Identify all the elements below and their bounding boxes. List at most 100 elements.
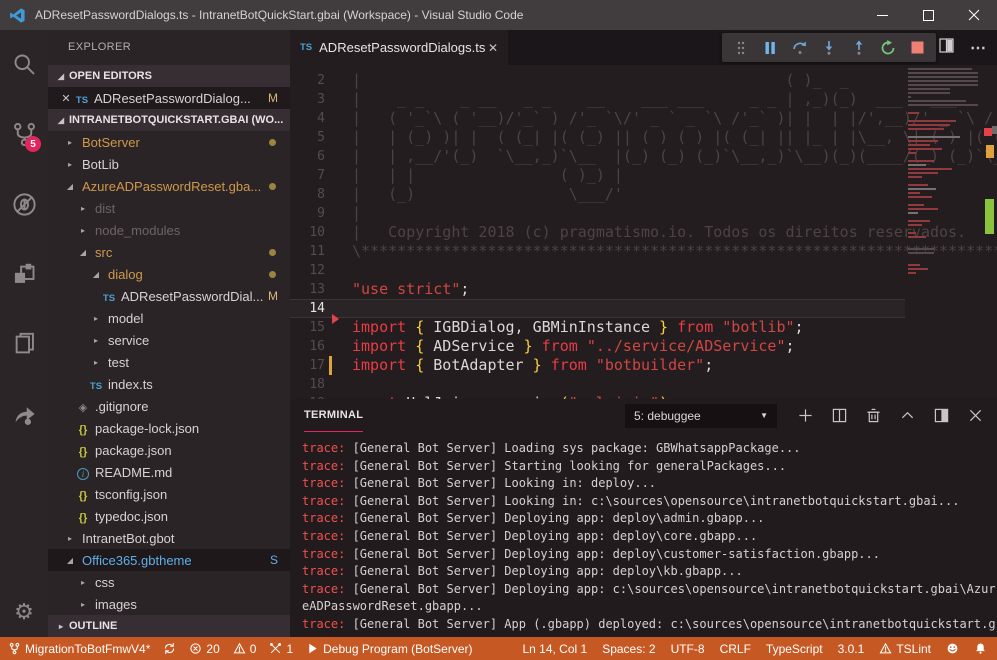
tree-item-service[interactable]: ▸service (48, 329, 290, 351)
code-editor[interactable]: 2| ( )_ _ |3| _ _ _ __ _ _ __ ___ ___ _ … (290, 65, 997, 399)
open-editors-section-header[interactable]: ◢ OPEN EDITORS (48, 65, 290, 87)
tree-item-test[interactable]: ▸test (48, 351, 290, 373)
tree-item-model[interactable]: ▸model (48, 307, 290, 329)
code-line-14[interactable]: 14 (290, 299, 905, 318)
code-line-7[interactable]: 7| | | ( )_) | | (290, 166, 905, 185)
tree-item-adresetpassworddial[interactable]: TSADResetPasswordDial...M (48, 285, 290, 307)
vscode-window: ADResetPasswordDialogs.ts - IntranetBotQ… (0, 0, 997, 660)
tree-item-tsconfig-json[interactable]: {}tsconfig.json (48, 483, 290, 505)
outline-section-header[interactable]: ▸ OUTLINE (48, 615, 290, 637)
maximize-button[interactable] (905, 0, 951, 30)
tree-item-node-modules[interactable]: ▸node_modules (48, 219, 290, 241)
chevron-down-icon: ▼ (760, 411, 768, 420)
status-right-utf-8[interactable]: UTF-8 (671, 642, 705, 656)
split-editor-icon[interactable] (939, 38, 954, 58)
workspace-section-header[interactable]: ◢ INTRANETBOTQUICKSTART.GBAI (WO... (48, 109, 290, 131)
code-line-18[interactable]: 18 (290, 375, 905, 394)
status-left-debug-program-botserver[interactable]: Debug Program (BotServer) (306, 642, 472, 656)
tree-item-images[interactable]: ▸images (48, 593, 290, 615)
tree-item-intranetbot-gbot[interactable]: ▸IntranetBot.gbot (48, 527, 290, 549)
tree-item-index-ts[interactable]: TSindex.ts (48, 373, 290, 395)
scrollbar-thumb[interactable] (992, 126, 997, 134)
code-line-19[interactable]: 19const UrlJoin = require("url-join"); (290, 394, 905, 399)
tree-item-package-lock-json[interactable]: {}package-lock.json (48, 417, 290, 439)
pause-button[interactable] (759, 37, 781, 59)
tab-adresetpassworddialogs[interactable]: TS ADResetPasswordDialogs.ts ✕ (290, 30, 508, 65)
status-left-migrationtobotfmwv4[interactable]: MigrationToBotFmwV4* (8, 642, 150, 656)
status-right-spaces-2[interactable]: Spaces: 2 (602, 642, 655, 656)
code-line-17[interactable]: 17import { BotAdapter } from "botbuilder… (290, 356, 905, 375)
status-right-smiley[interactable] (946, 642, 959, 655)
panel-header: TERMINAL 5: debuggee ▼ (290, 399, 997, 432)
new-terminal-icon[interactable] (798, 408, 813, 423)
status-item-label: UTF-8 (671, 642, 705, 656)
code-line-11[interactable]: 11\*************************************… (290, 242, 905, 261)
code-line-3[interactable]: 3| _ _ _ __ _ _ __ ___ ___ _ _ | ,_)(_) … (290, 90, 905, 109)
terminal-output[interactable]: trace: [General Bot Server] Loading sys … (290, 432, 997, 634)
collapse-panel-icon[interactable] (900, 408, 915, 423)
tree-item-package-json[interactable]: {}package.json (48, 439, 290, 461)
restart-button[interactable] (877, 37, 899, 59)
code-line-6[interactable]: 6| | ,__/'(_) `\__,_)`\__ |(_) (_) (_)`\… (290, 147, 905, 166)
debug-icon[interactable] (0, 182, 48, 226)
close-panel-icon[interactable] (968, 408, 983, 423)
open-editor-item[interactable]: ✕ TS ADResetPasswordDialog... M (48, 87, 290, 109)
search-icon[interactable] (0, 42, 48, 86)
minimize-button[interactable] (859, 0, 905, 30)
source-control-icon[interactable]: 5 (0, 112, 48, 156)
tree-item-readme-md[interactable]: iREADME.md (48, 461, 290, 483)
split-terminal-icon[interactable] (832, 408, 847, 423)
status-right-bell[interactable] (974, 642, 987, 655)
maximize-panel-icon[interactable] (934, 408, 949, 423)
overview-ruler[interactable] (982, 65, 997, 399)
settings-gear-icon[interactable]: ⚙ (0, 601, 48, 623)
tree-item-office365-gbtheme[interactable]: ◢Office365.gbthemeS (48, 549, 290, 571)
code-line-2[interactable]: 2| ( )_ _ | (290, 71, 905, 90)
tree-item-botlib[interactable]: ▸BotLib (48, 153, 290, 175)
line-number: 16 (290, 337, 325, 356)
tab-close-icon[interactable]: ✕ (488, 41, 498, 55)
status-right-typescript[interactable]: TypeScript (766, 642, 823, 656)
status-left-1[interactable]: 1 (269, 642, 293, 656)
tree-item-dialog[interactable]: ◢dialog (48, 263, 290, 285)
tree-item-typedoc-json[interactable]: {}typedoc.json (48, 505, 290, 527)
code-line-12[interactable]: 12 (290, 261, 905, 280)
code-line-8[interactable]: 8| (_) \___/' | (290, 185, 905, 204)
extensions-icon[interactable] (0, 252, 48, 296)
step-out-button[interactable] (848, 37, 870, 59)
code-line-15[interactable]: 15import { IGBDialog, GBMinInstance } fr… (290, 318, 905, 337)
status-right-crlf[interactable]: CRLF (720, 642, 751, 656)
step-into-button[interactable] (818, 37, 840, 59)
tree-item-botserver[interactable]: ▸BotServer (48, 131, 290, 153)
tree-item-src[interactable]: ◢src (48, 241, 290, 263)
stop-button[interactable] (907, 37, 929, 59)
code-line-13[interactable]: 13"use strict"; (290, 280, 905, 299)
tab-terminal[interactable]: TERMINAL (304, 399, 363, 432)
code-line-9[interactable]: 9| | (290, 204, 905, 223)
minimap[interactable] (908, 68, 980, 276)
terminal-selector[interactable]: 5: debuggee ▼ (625, 404, 777, 428)
tree-item-dist[interactable]: ▸dist (48, 197, 290, 219)
status-right-3-0-1[interactable]: 3.0.1 (838, 642, 865, 656)
tree-item-css[interactable]: ▸css (48, 571, 290, 593)
tree-item-gitignore[interactable]: ◈.gitignore (48, 395, 290, 417)
drag-grip-icon[interactable] (730, 37, 752, 59)
status-right-ln-14-col-1[interactable]: Ln 14, Col 1 (522, 642, 587, 656)
share-icon[interactable] (0, 392, 48, 436)
line-number: 3 (290, 90, 325, 109)
kill-terminal-icon[interactable] (866, 408, 881, 423)
close-editor-icon[interactable]: ✕ (58, 92, 74, 105)
status-right-tslint[interactable]: TSLint (879, 642, 931, 656)
code-line-4[interactable]: 4| ( '_`\ ( '__)/'_` ) /'_ `\/' _ ` _ `\… (290, 109, 905, 128)
status-left-sync[interactable] (163, 642, 176, 655)
tree-item-azureadpasswordreset-gba[interactable]: ◢AzureADPasswordReset.gba... (48, 175, 290, 197)
code-line-10[interactable]: 10| Copyright 2018 (c) pragmatismo.io. T… (290, 223, 905, 242)
close-button[interactable] (951, 0, 997, 30)
more-actions-icon[interactable]: ⋯ (970, 38, 987, 58)
status-left-0[interactable]: 0 (233, 642, 257, 656)
status-left-20[interactable]: 20 (189, 642, 219, 656)
code-line-16[interactable]: 16import { ADService } from "../service/… (290, 337, 905, 356)
step-over-button[interactable] (789, 37, 811, 59)
documents-icon[interactable] (0, 322, 48, 366)
code-line-5[interactable]: 5| | (_) )| | ( (_| |( (_) || ( ) ( ) |(… (290, 128, 905, 147)
